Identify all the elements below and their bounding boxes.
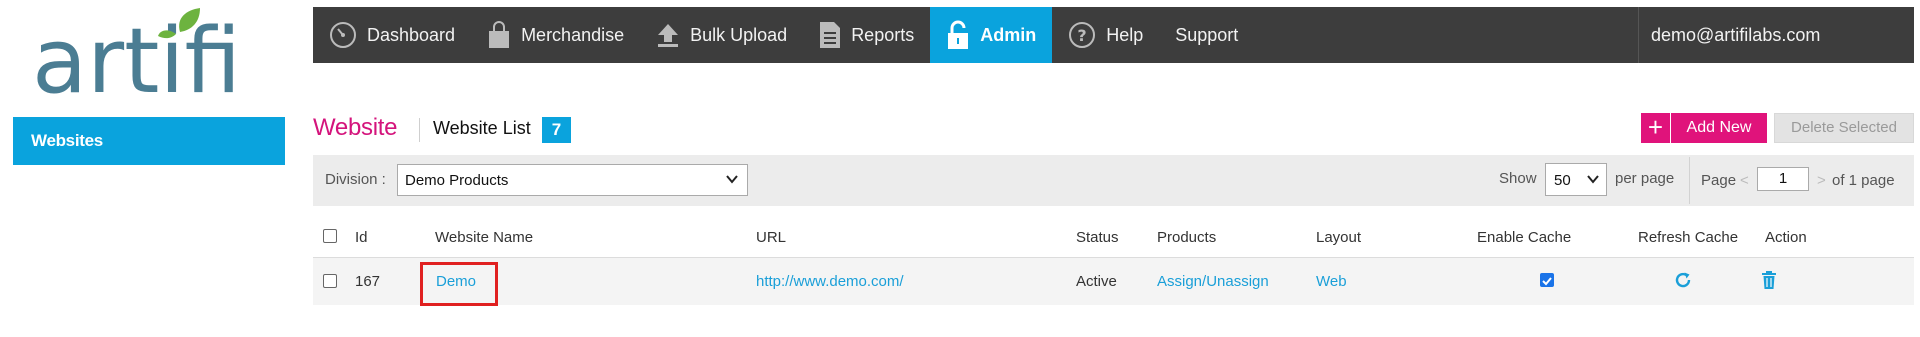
column-header-website-name[interactable]: Website Name: [435, 229, 533, 246]
svg-text:?: ?: [1078, 26, 1087, 45]
column-header-url[interactable]: URL: [756, 229, 786, 246]
title-divider: [419, 118, 420, 142]
show-label: Show: [1499, 170, 1537, 187]
per-page-label: per page: [1615, 170, 1675, 187]
sidebar-item-websites[interactable]: Websites: [13, 117, 285, 165]
document-icon: [819, 21, 841, 49]
logo-wordmark: artifi: [32, 9, 241, 100]
nav-merchandise[interactable]: Merchandise: [471, 7, 640, 63]
next-page-button[interactable]: >: [1817, 172, 1826, 189]
page-total-label: of 1 page: [1832, 172, 1895, 189]
per-page-value: 50: [1554, 172, 1571, 189]
column-header-id[interactable]: Id: [355, 229, 368, 246]
page-label: Page: [1701, 172, 1737, 189]
artifi-logo[interactable]: artifi: [30, 4, 250, 114]
delete-selected-button[interactable]: Delete Selected: [1774, 113, 1914, 143]
row-status: Active: [1076, 273, 1117, 290]
nav-label: Reports: [851, 24, 915, 45]
chevron-down-icon: [725, 172, 739, 190]
nav-label: Merchandise: [521, 24, 625, 45]
nav-dashboard[interactable]: Dashboard: [313, 7, 471, 63]
nav-support[interactable]: Support: [1159, 7, 1254, 63]
nav-label: Admin: [980, 24, 1037, 45]
division-select[interactable]: Demo Products: [397, 164, 748, 196]
pager-divider: [1689, 157, 1690, 204]
question-circle-icon: ?: [1068, 21, 1096, 49]
column-header-enable-cache[interactable]: Enable Cache: [1477, 229, 1571, 246]
column-header-refresh-cache[interactable]: Refresh Cache: [1638, 229, 1738, 246]
nav-admin[interactable]: Admin: [930, 7, 1053, 63]
website-name-link[interactable]: Demo: [436, 273, 476, 290]
add-new-button[interactable]: Add New: [1671, 113, 1767, 143]
page-title: Website: [313, 114, 398, 141]
prev-page-button[interactable]: <: [1740, 172, 1749, 189]
refresh-icon[interactable]: [1674, 271, 1692, 294]
user-email-menu[interactable]: demo@artifilabs.com: [1638, 7, 1914, 63]
assign-products-link[interactable]: Assign/Unassign: [1157, 273, 1269, 290]
column-header-status[interactable]: Status: [1076, 229, 1119, 246]
dashboard-gauge-icon: [329, 21, 357, 49]
row-id: 167: [355, 273, 381, 290]
nav-label: Bulk Upload: [690, 24, 788, 45]
column-header-products[interactable]: Products: [1157, 229, 1216, 246]
nav-reports[interactable]: Reports: [803, 7, 930, 63]
filter-bar: Division : Demo Products Show 50 per pag…: [313, 155, 1914, 206]
enable-cache-checkbox[interactable]: [1540, 273, 1554, 287]
nav-bulk-upload[interactable]: Bulk Upload: [640, 7, 803, 63]
checkmark-icon: [1542, 277, 1552, 286]
division-label: Division :: [325, 171, 386, 188]
add-new-plus-button[interactable]: +: [1641, 113, 1670, 143]
nav-label: Help: [1106, 24, 1144, 45]
column-header-layout[interactable]: Layout: [1316, 229, 1361, 246]
row-select-checkbox[interactable]: [323, 274, 337, 288]
page-subtitle: Website List: [433, 118, 531, 138]
upload-arrow-icon: [656, 22, 680, 48]
nav-label: Dashboard: [367, 24, 456, 45]
per-page-select[interactable]: 50: [1545, 163, 1607, 196]
trash-icon[interactable]: [1762, 271, 1776, 294]
select-all-checkbox[interactable]: [323, 229, 337, 243]
top-navigation: Dashboard Merchandise Bulk Upload Report…: [313, 7, 1914, 63]
layout-link[interactable]: Web: [1316, 273, 1347, 290]
column-header-action: Action: [1765, 229, 1807, 246]
lock-icon: [946, 20, 970, 50]
nav-label: Support: [1175, 24, 1239, 45]
division-select-value: Demo Products: [405, 172, 509, 189]
website-url-link[interactable]: http://www.demo.com/: [756, 273, 904, 290]
nav-help[interactable]: ? Help: [1052, 7, 1159, 63]
count-badge: 7: [542, 117, 571, 143]
chevron-down-icon: [1586, 172, 1600, 190]
page-number-input[interactable]: 1: [1757, 167, 1809, 191]
shopping-bag-icon: [487, 21, 511, 49]
